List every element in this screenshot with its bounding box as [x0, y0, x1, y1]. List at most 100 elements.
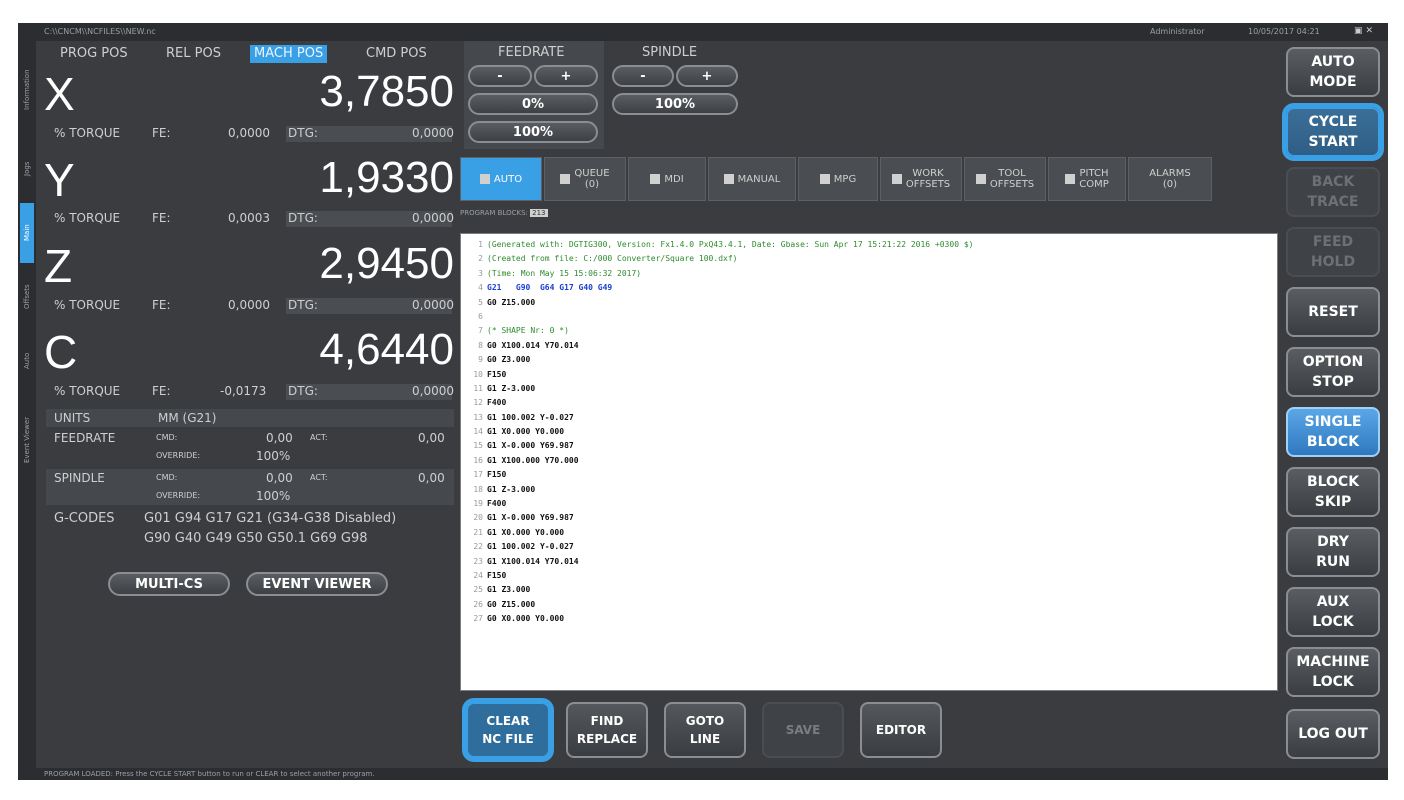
line-number: 6	[478, 311, 483, 321]
rapid-override-button[interactable]: 0%	[468, 93, 598, 115]
reset-button[interactable]: RESET	[1286, 287, 1380, 337]
tab-manual[interactable]: MANUAL	[708, 157, 796, 201]
code-text: (Created from file: C:/000 Converter/Squ…	[487, 254, 738, 264]
cycle-start-button[interactable]: CYCLE START	[1286, 107, 1380, 157]
code-line[interactable]: 15 G1 X-0.000 Y69.987	[463, 439, 1277, 453]
save-button[interactable]: SAVE	[762, 702, 844, 758]
tab-queue[interactable]: QUEUE (0)	[544, 157, 626, 201]
block-skip-button[interactable]: BLOCK SKIP	[1286, 467, 1380, 517]
code-line[interactable]: 11 G1 Z-3.000	[463, 382, 1277, 396]
feedrate-override-button[interactable]: 100%	[468, 121, 598, 143]
side-tab-information[interactable]: Information	[20, 45, 34, 135]
code-line[interactable]: 13 G1 100.002 Y-0.027	[463, 411, 1277, 425]
back-trace-button[interactable]: BACK TRACE	[1286, 167, 1380, 217]
cmd-pos-tab[interactable]: CMD POS	[362, 45, 431, 63]
find-replace-button[interactable]: FIND REPLACE	[566, 702, 648, 758]
axis-value: 4,6440	[319, 325, 454, 374]
tab-auto[interactable]: AUTO	[460, 157, 542, 201]
code-text: G1 X100.014 Y70.014	[487, 556, 579, 566]
code-line[interactable]: 12 F400	[463, 396, 1277, 410]
side-tab-offsets[interactable]: Offsets	[20, 267, 34, 327]
single-block-button[interactable]: SINGLE BLOCK	[1286, 407, 1380, 457]
code-line[interactable]: 4 G21 G90 G64 G17 G40 G49	[463, 281, 1277, 295]
axis-letter: Z	[44, 240, 73, 292]
code-line[interactable]: 3 (Time: Mon May 15 15:06:32 2017)	[463, 267, 1277, 281]
code-line[interactable]: 25 G1 Z3.000	[463, 583, 1277, 597]
code-line[interactable]: 21 G1 X0.000 Y0.000	[463, 526, 1277, 540]
clear-nc-file-button[interactable]: CLEAR NC FILE	[466, 702, 550, 758]
side-tab-event-viewer[interactable]: Event Viewer	[20, 395, 34, 485]
line-number: 14	[473, 427, 483, 437]
code-line[interactable]: 23 G1 X100.014 Y70.014	[463, 555, 1277, 569]
log-out-button[interactable]: LOG OUT	[1286, 709, 1380, 759]
code-line[interactable]: 24 F150	[463, 569, 1277, 583]
code-line[interactable]: 17 F150	[463, 468, 1277, 482]
nc-program-editor[interactable]: 1 (Generated with: DGTIG300, Version: Fx1…	[460, 233, 1278, 691]
program-blocks-label: PROGRAM BLOCKS: 213	[460, 209, 548, 217]
file-path: C:\\CNCM\\NCFILES\\NEW.nc	[44, 27, 156, 36]
code-line[interactable]: 9 G0 Z3.000	[463, 353, 1277, 367]
window-icon[interactable]: ▣	[1354, 26, 1366, 36]
code-line[interactable]: 5 G0 Z15.000	[463, 296, 1277, 310]
manual-icon	[723, 174, 734, 184]
close-icon[interactable]: ✕	[1366, 26, 1377, 36]
code-text: G1 Z-3.000	[487, 383, 536, 393]
code-line[interactable]: 1 (Generated with: DGTIG300, Version: Fx1…	[463, 238, 1277, 252]
line-number: 7	[478, 326, 483, 336]
side-tab-auto[interactable]: Auto	[20, 331, 34, 391]
line-number: 17	[473, 470, 483, 480]
code-line[interactable]: 2 (Created from file: C:/000 Converter/Sq…	[463, 252, 1277, 266]
tab-work-offsets[interactable]: WORK OFFSETS	[880, 157, 962, 201]
feed-hold-button[interactable]: FEED HOLD	[1286, 227, 1380, 277]
editor-button[interactable]: EDITOR	[860, 702, 942, 758]
tab-tool-offsets[interactable]: TOOL OFFSETS	[964, 157, 1046, 201]
tab-alarms[interactable]: ALARMS (0)	[1128, 157, 1212, 201]
mpg-icon	[819, 174, 830, 184]
line-number: 23	[473, 556, 483, 566]
side-tab-main[interactable]: Main	[20, 203, 34, 263]
prog-pos-tab[interactable]: PROG POS	[56, 45, 132, 63]
side-tab-jogs[interactable]: Jogs	[20, 139, 34, 199]
dry-run-button[interactable]: DRY RUN	[1286, 527, 1380, 577]
code-line[interactable]: 20 G1 X-0.000 Y69.987	[463, 511, 1277, 525]
mach-pos-tab[interactable]: MACH POS	[250, 45, 328, 63]
feedrate-plus-button[interactable]: +	[534, 65, 598, 87]
code-line[interactable]: 7 (* SHAPE Nr: 0 *)	[463, 324, 1277, 338]
line-number: 24	[473, 570, 483, 580]
code-line[interactable]: 8 G0 X100.014 Y70.014	[463, 339, 1277, 353]
spindle-label: SPINDLE	[642, 45, 698, 60]
code-line[interactable]: 27 G0 X0.000 Y0.000	[463, 612, 1277, 626]
multi-cs-button[interactable]: MULTI-CS	[108, 572, 230, 596]
play-icon	[479, 174, 490, 184]
code-line[interactable]: 18 G1 Z-3.000	[463, 483, 1277, 497]
line-number: 2	[478, 254, 483, 264]
goto-line-button[interactable]: GOTO LINE	[664, 702, 746, 758]
code-text: F150	[487, 470, 507, 480]
spindle-plus-button[interactable]: +	[676, 65, 738, 87]
code-line[interactable]: 19 F400	[463, 497, 1277, 511]
rel-pos-tab[interactable]: REL POS	[162, 45, 225, 63]
code-line[interactable]: 16 G1 X100.000 Y70.000	[463, 454, 1277, 468]
code-line[interactable]: 26 G0 Z15.000	[463, 598, 1277, 612]
aux-lock-button[interactable]: AUX LOCK	[1286, 587, 1380, 637]
event-viewer-button[interactable]: EVENT VIEWER	[246, 572, 388, 596]
tab-mpg[interactable]: MPG	[798, 157, 878, 201]
feedrate-minus-button[interactable]: -	[468, 65, 532, 87]
code-line[interactable]: 14 G1 X0.000 Y0.000	[463, 425, 1277, 439]
spindle-override-button[interactable]: 100%	[612, 93, 738, 115]
code-text: F400	[487, 398, 507, 408]
code-line[interactable]: 10 F150	[463, 368, 1277, 382]
option-stop-button[interactable]: OPTION STOP	[1286, 347, 1380, 397]
tab-pitch-comp[interactable]: PITCH COMP	[1048, 157, 1126, 201]
code-line[interactable]: 6	[463, 310, 1277, 324]
axis-letter: Y	[44, 154, 75, 206]
code-line[interactable]: 22 G1 100.002 Y-0.027	[463, 540, 1277, 554]
line-number: 4	[478, 283, 483, 293]
code-text: G1 Z-3.000	[487, 484, 536, 494]
auto-mode-button[interactable]: AUTO MODE	[1286, 47, 1380, 97]
program-block-count: 213	[530, 209, 548, 217]
machine-lock-button[interactable]: MACHINE LOCK	[1286, 647, 1380, 697]
feedrate-label: FEEDRATE	[498, 45, 565, 60]
spindle-minus-button[interactable]: -	[612, 65, 674, 87]
tab-mdi[interactable]: MDI	[628, 157, 706, 201]
